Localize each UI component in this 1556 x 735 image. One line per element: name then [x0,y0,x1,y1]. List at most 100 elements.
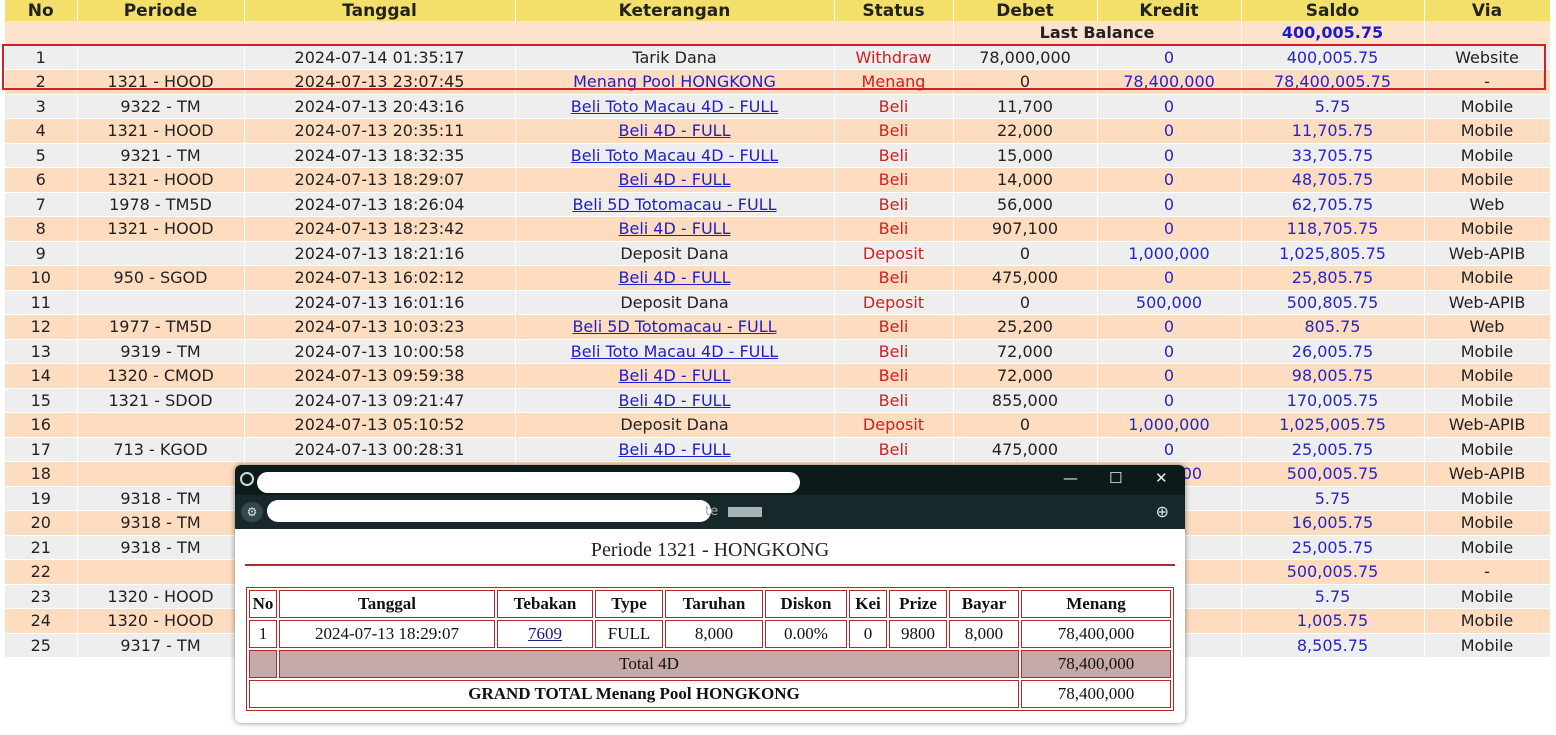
detail-table: No Tanggal Tebakan Type Taruhan Diskon K… [246,587,1174,711]
cell-keterangan-link[interactable]: Beli 4D - FULL [619,366,731,385]
cell-periode [77,290,245,315]
cell-saldo: 33,705.75 [1291,145,1374,165]
cell-no: 16 [5,412,78,438]
cell-periode [77,412,245,438]
cell-keterangan-link[interactable]: Beli 4D - FULL [619,440,731,459]
cell-keterangan-link[interactable]: Beli 4D - FULL [619,391,731,410]
cell-no: 18 [5,461,78,487]
cell-keterangan: Deposit Dana [515,290,835,315]
cell-periode [77,45,245,70]
cell-status: Menang [861,72,926,92]
cell-periode: 1321 - SDOD [77,388,245,413]
cell-saldo: 500,005.75 [1286,464,1379,484]
cell-kredit: 0 [1163,219,1175,239]
cell-status: Beli [878,170,909,190]
cell-keterangan-link[interactable]: Beli Toto Macau 4D - FULL [571,342,778,361]
cell-tanggal: 2024-07-13 23:07:45 [244,69,516,95]
cell-periode: 950 - SGOD [77,265,245,291]
last-balance-value: 400,005.75 [1241,21,1425,46]
cell-kredit: 0 [1163,96,1175,116]
cell-keterangan-link[interactable]: Beli 5D Totomacau - FULL [572,195,776,214]
cell-periode: 1978 - TM5D [77,192,245,217]
cell-status: Deposit [862,415,925,435]
cell-no: 5 [5,143,78,168]
cell-periode: 1321 - HOOD [77,167,245,193]
cell-no: 25 [5,633,78,658]
site-settings-icon[interactable]: ⚙ [241,502,263,522]
minimize-icon[interactable]: — [1063,469,1078,487]
cell-debet: 0 [953,241,1098,266]
cell-saldo: 1,005.75 [1296,611,1369,631]
cell-periode [77,241,245,266]
cell-no: 15 [5,388,78,413]
cell-saldo: 78,400,005.75 [1273,72,1392,92]
detail-tebakan-link[interactable]: 7609 [497,620,593,648]
cell-kredit: 0 [1163,194,1175,214]
cell-keterangan-link[interactable]: Beli 4D - FULL [619,268,731,287]
table-row: 1 2024-07-14 01:35:17 Tarik Dana Withdraw 78… [5,45,1551,70]
cell-periode [77,461,245,487]
detail-no: 1 [249,620,277,648]
col-header-status: Status [834,0,954,21]
cell-no: 24 [5,608,78,634]
cell-status: Beli [878,121,909,141]
cell-saldo: 1,025,805.75 [1279,243,1386,263]
cell-debet: 907,100 [953,216,1098,242]
cell-saldo: 5.75 [1314,488,1351,508]
cell-status: Deposit [862,243,925,263]
close-icon[interactable]: ✕ [1155,469,1168,487]
detail-header-row: No Tanggal Tebakan Type Taruhan Diskon K… [249,590,1171,618]
cell-periode: 9321 - TM [77,143,245,168]
cell-tanggal: 2024-07-13 16:01:16 [244,290,516,315]
detail-col-prize: Prize [889,590,947,618]
cell-keterangan-link[interactable]: Menang Pool HONGKONG [573,72,776,91]
cell-no: 21 [5,535,78,560]
detail-taruhan: 8,000 [665,620,763,648]
cell-saldo: 16,005.75 [1291,513,1374,533]
cell-kredit: 1,000,000 [1128,415,1210,435]
cell-status: Beli [878,390,909,410]
cell-tanggal: 2024-07-13 18:32:35 [244,143,516,168]
detail-col-kei: Kei [849,590,887,618]
cell-no: 4 [5,118,78,144]
cell-saldo: 25,005.75 [1291,439,1374,459]
cell-kredit: 0 [1163,366,1175,386]
zoom-icon[interactable]: ⊕ [1156,502,1169,521]
redacted-title [257,472,800,493]
cell-keterangan-link[interactable]: Beli 5D Totomacau - FULL [572,317,776,336]
grand-total-label: GRAND TOTAL Menang Pool HONGKONG [249,680,1019,708]
table-row: 3 9322 - TM 2024-07-13 20:43:16 Beli Toto M… [5,94,1551,119]
cell-keterangan-link[interactable]: Beli 4D - FULL [619,170,731,189]
col-header-tanggal: Tanggal [244,0,516,21]
detail-bayar: 8,000 [949,620,1019,648]
cell-saldo: 5.75 [1314,586,1351,606]
cell-tanggal: 2024-07-13 18:26:04 [244,192,516,217]
col-header-keterangan: Keterangan [515,0,835,21]
cell-tanggal: 2024-07-13 09:59:38 [244,363,516,389]
cell-debet: 475,000 [953,437,1098,462]
cell-via: Mobile [1424,584,1551,609]
cell-kredit: 0 [1163,268,1175,288]
cell-keterangan-link[interactable]: Beli 4D - FULL [619,121,731,140]
cell-kredit: 0 [1163,47,1175,67]
cell-tanggal: 2024-07-13 18:23:42 [244,216,516,242]
cell-saldo: 1,025,005.75 [1279,415,1386,435]
cell-saldo: 5.75 [1314,96,1351,116]
cell-keterangan-link[interactable]: Beli 4D - FULL [619,219,731,238]
globe-icon [240,472,254,486]
cell-no: 7 [5,192,78,217]
cell-status: Beli [878,145,909,165]
cell-keterangan-link[interactable]: Beli Toto Macau 4D - FULL [571,146,778,165]
cell-periode: 1320 - CMOD [77,363,245,389]
cell-status: Beli [878,219,909,239]
total-label: Total 4D [279,650,1019,678]
maximize-icon[interactable]: ☐ [1109,469,1122,487]
cell-no: 20 [5,510,78,536]
col-header-kredit: Kredit [1097,0,1242,21]
cell-tanggal: 2024-07-13 18:21:16 [244,241,516,266]
table-row: 9 2024-07-13 18:21:16 Deposit Dana Deposit 0… [5,241,1551,266]
cell-kredit: 78,400,000 [1123,72,1215,92]
cell-keterangan-link[interactable]: Beli Toto Macau 4D - FULL [571,97,778,116]
popup-addressbar[interactable]: ⚙ te ⊕ [235,495,1185,529]
detail-row: 1 2024-07-13 18:29:07 7609 FULL 8,000 0.… [249,620,1171,648]
